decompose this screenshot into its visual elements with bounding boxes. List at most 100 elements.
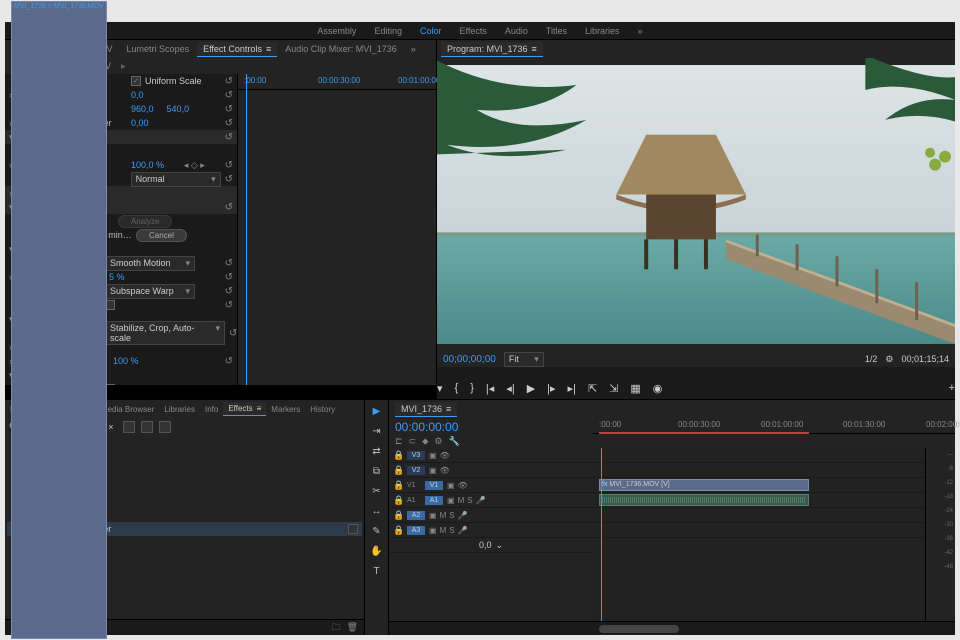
audio-clip[interactable] bbox=[599, 494, 809, 506]
tab-sequence[interactable]: MVI_1736≡ bbox=[395, 402, 457, 417]
yuv-badge-icon[interactable] bbox=[159, 421, 171, 433]
method-dropdown[interactable]: Subspace Warp bbox=[105, 284, 195, 299]
panel-menu-icon[interactable]: ≡ bbox=[266, 44, 271, 54]
razor-tool-icon[interactable]: ✂ bbox=[370, 484, 384, 498]
ec-playhead[interactable] bbox=[246, 74, 247, 385]
button-editor-icon[interactable]: + bbox=[949, 382, 955, 394]
reset-icon[interactable]: ↺ bbox=[225, 356, 233, 367]
reset-icon[interactable]: ↺ bbox=[225, 118, 233, 129]
track-a1-header[interactable]: 🔒A1A1▣MS🎤 bbox=[389, 493, 593, 508]
settings-icon[interactable]: ⚙ bbox=[885, 354, 893, 365]
add-marker-icon[interactable]: ▾ bbox=[437, 382, 443, 395]
new-bin-icon[interactable]: 🗀 bbox=[332, 620, 341, 636]
tabs-overflow-icon[interactable]: » bbox=[405, 42, 422, 56]
step-back-icon[interactable]: ◂| bbox=[506, 382, 514, 395]
tab-audio-clip-mixer[interactable]: Audio Clip Mixer: MVI_1736 bbox=[279, 42, 403, 56]
clear-search-icon[interactable]: × bbox=[108, 422, 113, 432]
program-monitor[interactable] bbox=[437, 58, 955, 351]
lift-icon[interactable]: ⇱ bbox=[588, 382, 597, 395]
reset-icon[interactable]: ↺ bbox=[225, 174, 233, 185]
tab-effect-controls[interactable]: Effect Controls≡ bbox=[197, 42, 277, 57]
toggle-output-icon[interactable]: ▣ bbox=[429, 511, 437, 520]
go-to-in-icon[interactable]: |◂ bbox=[486, 382, 494, 395]
pen-tool-icon[interactable]: ✎ bbox=[370, 524, 384, 538]
slip-tool-icon[interactable]: ↔ bbox=[370, 504, 384, 518]
reset-icon[interactable]: ↺ bbox=[225, 160, 233, 171]
mic-icon[interactable]: 🎤 bbox=[476, 496, 486, 505]
extract-icon[interactable]: ⇲ bbox=[609, 382, 618, 395]
tab-history[interactable]: History bbox=[305, 403, 340, 416]
delete-icon[interactable]: 🗑 bbox=[347, 622, 358, 633]
workspace-color[interactable]: Color bbox=[420, 26, 442, 36]
toggle-output-icon[interactable]: ▣ bbox=[429, 466, 437, 475]
track-select-tool-icon[interactable]: ⇥ bbox=[370, 424, 384, 438]
lock-icon[interactable]: 🔒 bbox=[393, 480, 403, 491]
workspace-titles[interactable]: Titles bbox=[546, 26, 567, 36]
tab-lumetri-scopes[interactable]: Lumetri Scopes bbox=[121, 42, 196, 56]
rolling-tool-icon[interactable]: ⧉ bbox=[370, 464, 384, 478]
step-forward-icon[interactable]: |▸ bbox=[547, 382, 555, 395]
workspace-editing[interactable]: Editing bbox=[374, 26, 402, 36]
panel-menu-icon[interactable]: ≡ bbox=[446, 404, 451, 414]
panel-menu-icon[interactable]: ≡ bbox=[532, 44, 537, 54]
reset-icon[interactable]: ↺ bbox=[225, 104, 233, 115]
sequence-clip-label[interactable]: MVI_1736 > MVI_1736.MOV bbox=[11, 1, 107, 639]
timeline-ruler[interactable]: :00:00 00:00:30:00 00:01:00:00 00:01:30:… bbox=[593, 418, 955, 434]
type-tool-icon[interactable]: T bbox=[370, 564, 384, 578]
lock-icon[interactable]: 🔒 bbox=[393, 495, 403, 506]
tab-effects[interactable]: Effects≡ bbox=[223, 402, 266, 416]
framing-dropdown[interactable]: Stabilize, Crop, Auto-scale bbox=[105, 321, 225, 345]
mic-icon[interactable]: 🎤 bbox=[458, 511, 468, 520]
eye-icon[interactable]: 👁 bbox=[440, 451, 450, 460]
result-dropdown[interactable]: Smooth Motion bbox=[105, 256, 195, 271]
timeline-timecode[interactable]: 00:00:00:00 bbox=[395, 420, 587, 434]
reset-icon[interactable]: ↺ bbox=[225, 286, 233, 297]
ripple-tool-icon[interactable]: ⇄ bbox=[370, 444, 384, 458]
expand-icon[interactable]: ⌄ bbox=[495, 540, 503, 551]
smoothness-value[interactable]: 5 % bbox=[109, 272, 125, 282]
rotation-value[interactable]: 0,0 bbox=[131, 90, 144, 100]
zoom-value[interactable]: 0,0 bbox=[479, 540, 492, 550]
reset-icon[interactable]: ↺ bbox=[225, 272, 233, 283]
video-clip[interactable]: fx MVI_1736.MOV [V] bbox=[599, 479, 809, 491]
reset-icon[interactable]: ↺ bbox=[225, 258, 233, 269]
ec-ruler[interactable]: :00:00 00:00:30:00 00:01:00:00 bbox=[238, 74, 436, 90]
blend-mode-dropdown[interactable]: Normal bbox=[131, 172, 221, 187]
track-v3-header[interactable]: 🔒V3▣👁 bbox=[389, 448, 593, 463]
mark-out-icon[interactable]: } bbox=[470, 382, 474, 394]
resolution-label[interactable]: 1/2 bbox=[865, 354, 878, 364]
go-to-out-icon[interactable]: ▸| bbox=[568, 382, 576, 395]
linked-selection-icon[interactable]: ⊂ bbox=[409, 436, 417, 447]
opacity-value[interactable]: 100,0 % bbox=[131, 160, 164, 170]
additional-scale-value[interactable]: 100 % bbox=[113, 356, 139, 366]
cancel-button[interactable]: Cancel bbox=[136, 229, 187, 242]
reset-icon[interactable]: ↺ bbox=[225, 300, 233, 311]
play-icon[interactable]: ▶ bbox=[527, 382, 535, 395]
program-scrubber[interactable] bbox=[437, 367, 955, 377]
export-frame-icon[interactable]: ▦ bbox=[630, 382, 640, 395]
timeline-playhead[interactable] bbox=[601, 448, 602, 621]
lock-icon[interactable]: 🔒 bbox=[393, 465, 403, 476]
toggle-output-icon[interactable]: ▣ bbox=[447, 481, 455, 490]
reset-icon[interactable]: ↺ bbox=[225, 76, 233, 87]
wrench-icon[interactable]: 🔧 bbox=[448, 436, 459, 447]
settings-icon[interactable]: ⚙ bbox=[434, 436, 442, 447]
uniform-scale-checkbox[interactable] bbox=[131, 76, 141, 86]
anchor-y-value[interactable]: 540,0 bbox=[167, 104, 190, 114]
lock-icon[interactable]: 🔒 bbox=[393, 510, 403, 521]
workspace-overflow-icon[interactable]: » bbox=[638, 26, 643, 36]
toggle-output-icon[interactable]: ▣ bbox=[429, 451, 437, 460]
eye-icon[interactable]: 👁 bbox=[458, 481, 468, 490]
lock-icon[interactable]: 🔒 bbox=[393, 450, 403, 461]
lock-icon[interactable]: 🔒 bbox=[393, 525, 403, 536]
track-a2-header[interactable]: 🔒A2▣MS🎤 bbox=[389, 508, 593, 523]
track-a3-header[interactable]: 🔒A3▣MS🎤 bbox=[389, 523, 593, 538]
tab-program[interactable]: Program: MVI_1736≡ bbox=[441, 42, 543, 57]
accelerated-badge-icon[interactable] bbox=[123, 421, 135, 433]
workspace-libraries[interactable]: Libraries bbox=[585, 26, 620, 36]
antiflicker-value[interactable]: 0,00 bbox=[131, 118, 149, 128]
toggle-output-icon[interactable]: ▣ bbox=[447, 496, 455, 505]
mark-in-icon[interactable]: { bbox=[455, 382, 459, 394]
reset-icon[interactable]: ↺ bbox=[225, 202, 233, 213]
tab-info[interactable]: Info bbox=[200, 403, 223, 416]
